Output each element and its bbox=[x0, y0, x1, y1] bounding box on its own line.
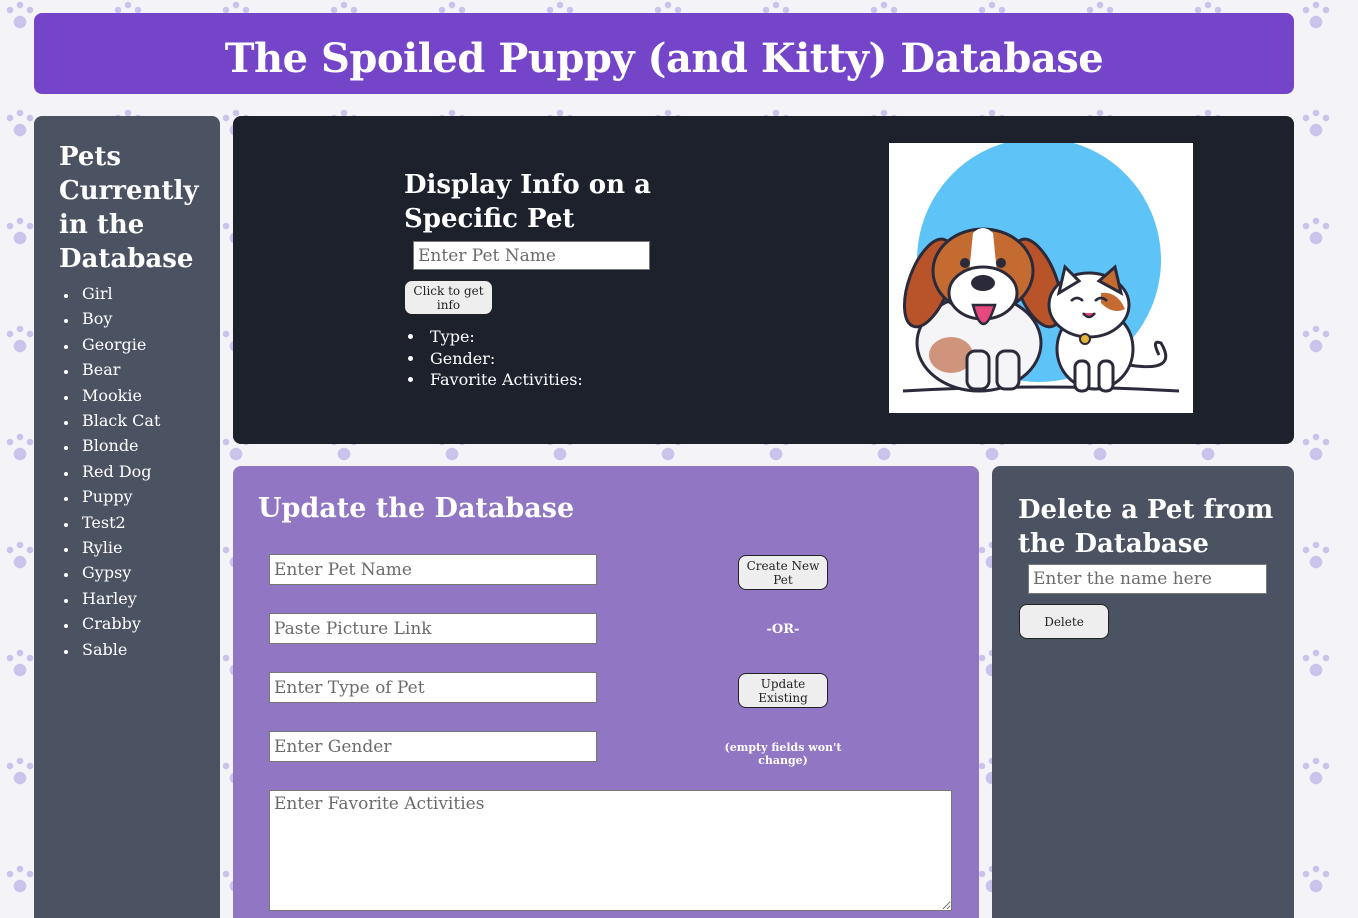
update-panel-title: Update the Database bbox=[258, 493, 575, 524]
display-panel-title: Display Info on a Specific Pet bbox=[404, 170, 651, 234]
pet-type-field: Type: bbox=[408, 326, 583, 348]
pet-list-item: Black Cat bbox=[64, 409, 210, 434]
pet-list-item: Mookie bbox=[64, 384, 210, 409]
pets-sidebar: Pets Currently in the Database Girl Boy … bbox=[34, 116, 220, 918]
pet-list-item: Rylie bbox=[64, 536, 210, 561]
pet-list-item: Harley bbox=[64, 587, 210, 612]
pet-list-item: Bear bbox=[64, 358, 210, 383]
delete-button[interactable]: Delete bbox=[1019, 604, 1109, 639]
pet-type-input[interactable] bbox=[269, 672, 597, 703]
sidebar-title: Pets Currently in the Database bbox=[59, 142, 199, 274]
or-separator: -OR- bbox=[766, 622, 800, 637]
pet-info-list: Type: Gender: Favorite Activities: bbox=[408, 326, 583, 391]
page-header: The Spoiled Puppy (and Kitty) Database bbox=[34, 13, 1294, 94]
pet-list: Girl Boy Georgie Bear Mookie Black Cat B… bbox=[59, 282, 210, 663]
pet-list-item: Blonde bbox=[64, 434, 210, 459]
pet-gender-field: Gender: bbox=[408, 348, 583, 370]
get-info-button[interactable]: Click to get info bbox=[404, 280, 493, 315]
pet-list-item: Sable bbox=[64, 638, 210, 663]
page-title: The Spoiled Puppy (and Kitty) Database bbox=[224, 35, 1104, 82]
puppy-kitty-image bbox=[889, 138, 1193, 413]
pet-list-item: Gypsy bbox=[64, 561, 210, 586]
pet-list-item: Puppy bbox=[64, 485, 210, 510]
update-database-panel: Update the Database Create New Pet -OR- … bbox=[233, 466, 979, 918]
empty-fields-note: (empty fields won't change) bbox=[724, 741, 842, 767]
puppy-kitty-illustration-icon bbox=[902, 138, 1180, 393]
picture-link-input[interactable] bbox=[269, 613, 597, 644]
pet-list-item: Georgie bbox=[64, 333, 210, 358]
pet-list-item: Boy bbox=[64, 307, 210, 332]
pet-list-item: Girl bbox=[64, 282, 210, 307]
delete-pet-name-input[interactable] bbox=[1028, 564, 1267, 594]
delete-pet-panel: Delete a Pet from the Database Delete bbox=[992, 466, 1294, 918]
update-pet-name-input[interactable] bbox=[269, 554, 597, 585]
pet-gender-input[interactable] bbox=[269, 731, 597, 762]
pet-list-item: Red Dog bbox=[64, 460, 210, 485]
favorite-activities-textarea[interactable] bbox=[269, 790, 952, 911]
pet-list-item: Crabby bbox=[64, 612, 210, 637]
pet-list-item: Test2 bbox=[64, 511, 210, 536]
create-new-pet-button[interactable]: Create New Pet bbox=[738, 555, 828, 590]
delete-panel-title: Delete a Pet from the Database bbox=[1018, 495, 1274, 559]
display-pet-name-input[interactable] bbox=[413, 241, 650, 270]
update-existing-button[interactable]: Update Existing bbox=[738, 673, 828, 708]
pet-activities-field: Favorite Activities: bbox=[408, 369, 583, 391]
display-pet-panel: Display Info on a Specific Pet Click to … bbox=[233, 116, 1294, 444]
